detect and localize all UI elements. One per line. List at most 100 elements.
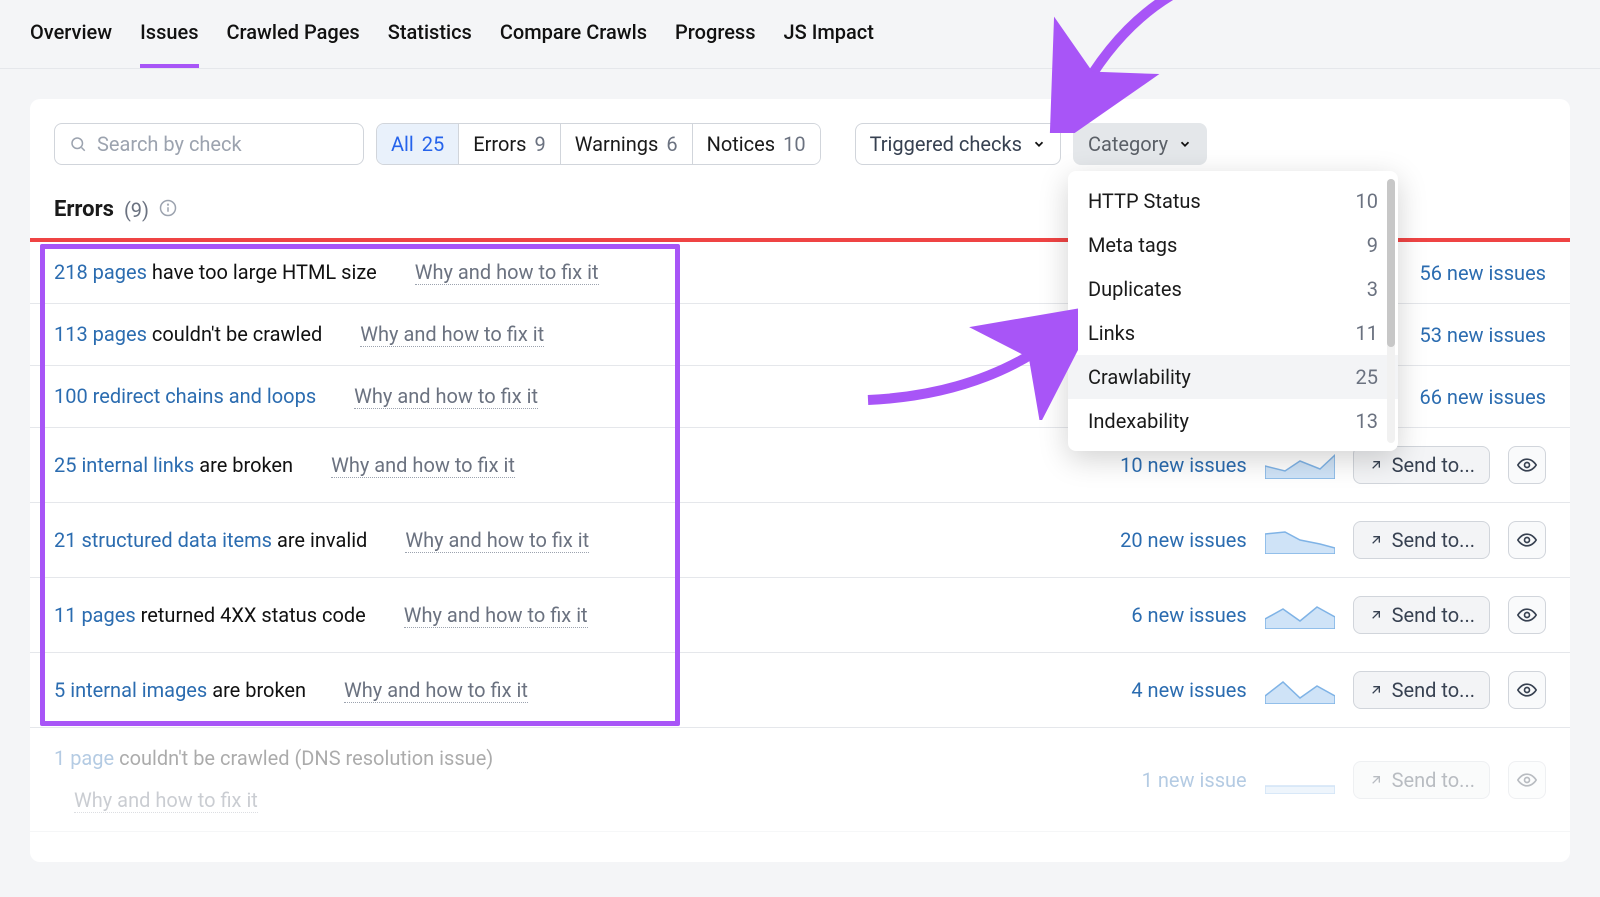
send-to-label: Send to...: [1392, 768, 1475, 792]
triggered-checks-dropdown[interactable]: Triggered checks: [855, 123, 1061, 165]
tab-compare-crawls[interactable]: Compare Crawls: [500, 20, 647, 68]
category-option-label: Crawlability: [1088, 365, 1191, 389]
main-tabs: Overview Issues Crawled Pages Statistics Com…: [0, 0, 1600, 69]
triggered-checks-label: Triggered checks: [870, 132, 1022, 156]
send-to-button[interactable]: Send to...: [1353, 761, 1490, 799]
share-icon: [1368, 682, 1384, 698]
view-button[interactable]: [1508, 446, 1546, 484]
send-to-button[interactable]: Send to...: [1353, 521, 1490, 559]
view-button[interactable]: [1508, 761, 1546, 799]
filter-label: Errors: [473, 132, 526, 156]
send-to-label: Send to...: [1392, 453, 1475, 477]
eye-icon: [1517, 455, 1537, 475]
tab-crawled-pages[interactable]: Crawled Pages: [227, 20, 360, 68]
issue-text: couldn't be crawled: [147, 322, 322, 346]
scrollbar-thumb[interactable]: [1387, 179, 1395, 347]
why-and-how-link[interactable]: Why and how to fix it: [344, 678, 528, 703]
view-button[interactable]: [1508, 671, 1546, 709]
new-issues-link[interactable]: 66 new issues: [1376, 385, 1546, 409]
filter-label: All: [391, 132, 414, 156]
eye-icon: [1517, 605, 1537, 625]
category-option-links[interactable]: Links 11: [1068, 311, 1398, 355]
category-option-duplicates[interactable]: Duplicates3: [1068, 267, 1398, 311]
issue-link[interactable]: 218 pages: [54, 260, 147, 284]
new-issues-link[interactable]: 20 new issues: [1077, 528, 1247, 552]
issue-row: 11 pages returned 4XX status codeWhy and…: [30, 578, 1570, 653]
category-option-label: Duplicates: [1088, 277, 1182, 301]
eye-icon: [1517, 680, 1537, 700]
issue-description: 21 structured data items are invalid Why …: [54, 528, 654, 553]
search-icon: [69, 135, 87, 153]
issue-text: are broken: [194, 453, 293, 477]
issue-description: 1 page couldn't be crawled (DNS resoluti…: [54, 746, 654, 813]
share-icon: [1368, 772, 1384, 788]
new-issues-link[interactable]: 1 new issue: [1077, 768, 1247, 792]
section-title: Errors: [54, 197, 114, 222]
send-to-button[interactable]: Send to...: [1353, 596, 1490, 634]
filter-count: 6: [666, 132, 677, 156]
category-option-meta-tags[interactable]: Meta tags9: [1068, 223, 1398, 267]
send-to-button[interactable]: Send to...: [1353, 671, 1490, 709]
sparkline: [1265, 451, 1335, 479]
filter-count: 9: [535, 132, 546, 156]
issue-link[interactable]: 21 structured data items: [54, 528, 272, 552]
new-issues-link[interactable]: 10 new issues: [1077, 453, 1247, 477]
issue-link[interactable]: 100 redirect chains and loops: [54, 384, 316, 408]
why-and-how-link[interactable]: Why and how to fix it: [404, 603, 588, 628]
filter-notices[interactable]: Notices 10: [693, 124, 820, 164]
view-button[interactable]: [1508, 521, 1546, 559]
tab-statistics[interactable]: Statistics: [388, 20, 472, 68]
category-option-label: Links: [1088, 321, 1135, 345]
send-to-label: Send to...: [1392, 678, 1475, 702]
eye-icon: [1517, 770, 1537, 790]
issue-text: are invalid: [272, 528, 367, 552]
new-issues-link[interactable]: 4 new issues: [1077, 678, 1247, 702]
category-option-crawlability[interactable]: Crawlability25: [1068, 355, 1398, 399]
category-option-count: 10: [1355, 189, 1377, 213]
filter-count: 10: [783, 132, 805, 156]
issue-description: 113 pages couldn't be crawled Why and how…: [54, 322, 654, 347]
new-issues-link[interactable]: 53 new issues: [1376, 323, 1546, 347]
new-issues-link[interactable]: 6 new issues: [1077, 603, 1247, 627]
category-option-count: 11: [1355, 321, 1377, 345]
filter-all[interactable]: All 25: [377, 124, 459, 164]
category-dropdown-button[interactable]: Category: [1073, 123, 1207, 165]
filter-warnings[interactable]: Warnings 6: [561, 124, 693, 164]
chevron-down-icon: [1178, 137, 1192, 151]
issue-link[interactable]: 113 pages: [54, 322, 147, 346]
tab-overview[interactable]: Overview: [30, 20, 112, 68]
share-icon: [1368, 607, 1384, 623]
new-issues-link[interactable]: 56 new issues: [1376, 261, 1546, 285]
share-icon: [1368, 457, 1384, 473]
category-dropdown-menu: HTTP Status10Meta tags9Duplicates3 Links 1…: [1068, 171, 1398, 451]
category-option-indexability[interactable]: Indexability13: [1068, 399, 1398, 443]
issues-card: Search by check All 25Errors 9Warnings 6…: [30, 99, 1570, 862]
search-input[interactable]: Search by check: [54, 123, 364, 165]
filter-count: 25: [422, 132, 444, 156]
why-and-how-link[interactable]: Why and how to fix it: [360, 322, 544, 347]
why-and-how-link[interactable]: Why and how to fix it: [405, 528, 589, 553]
issue-link[interactable]: 11 pages: [54, 603, 136, 627]
why-and-how-link[interactable]: Why and how to fix it: [331, 453, 515, 478]
category-option-count: 9: [1367, 233, 1378, 257]
issue-link[interactable]: 1 page: [54, 746, 114, 770]
why-and-how-link[interactable]: Why and how to fix it: [354, 384, 538, 409]
issue-text: have too large HTML size: [147, 260, 377, 284]
tab-js-impact[interactable]: JS Impact: [784, 20, 874, 68]
why-and-how-link[interactable]: Why and how to fix it: [415, 260, 599, 285]
send-to-button[interactable]: Send to...: [1353, 446, 1490, 484]
view-button[interactable]: [1508, 596, 1546, 634]
category-label: Category: [1088, 132, 1168, 156]
issue-link[interactable]: 25 internal links: [54, 453, 194, 477]
issue-link[interactable]: 5 internal images: [54, 678, 207, 702]
tab-issues[interactable]: Issues: [140, 20, 198, 68]
chevron-down-icon: [1032, 137, 1046, 151]
issue-description: 11 pages returned 4XX status codeWhy and…: [54, 603, 654, 628]
info-icon[interactable]: [159, 198, 177, 222]
send-to-label: Send to...: [1392, 603, 1475, 627]
issue-row: 21 structured data items are invalid Why …: [30, 503, 1570, 578]
category-option-http-status[interactable]: HTTP Status10: [1068, 179, 1398, 223]
filter-errors[interactable]: Errors 9: [459, 124, 560, 164]
why-and-how-link[interactable]: Why and how to fix it: [74, 788, 258, 813]
tab-progress[interactable]: Progress: [675, 20, 755, 68]
